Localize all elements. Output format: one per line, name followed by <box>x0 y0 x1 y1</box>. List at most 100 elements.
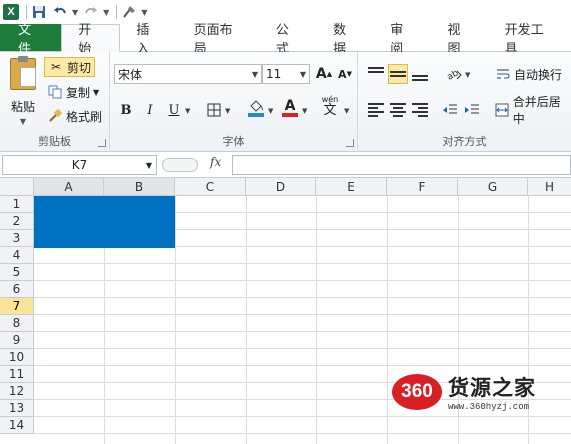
scissors-icon: ✂ <box>50 60 62 74</box>
cut-button[interactable]: ✂ 剪切 <box>44 57 96 77</box>
row-header-4[interactable]: 4 <box>0 247 34 264</box>
row-header-13[interactable]: 13 <box>0 400 34 417</box>
bold-button[interactable]: B <box>116 100 136 120</box>
row-header-6[interactable]: 6 <box>0 281 34 298</box>
row-header-10[interactable]: 10 <box>0 349 34 366</box>
paste-button[interactable]: 粘贴 ▼ <box>6 56 40 134</box>
tab-page-layout[interactable]: 页面布局 <box>178 23 260 57</box>
separator <box>26 5 27 19</box>
column-header-a[interactable]: A <box>34 178 104 196</box>
underline-dropdown-icon[interactable]: ▼ <box>185 107 190 115</box>
filled-cell-range[interactable] <box>34 196 175 248</box>
insert-function-icon[interactable]: fx <box>210 155 221 169</box>
wrap-text-button[interactable]: 自动换行 <box>492 64 565 84</box>
cut-label: 剪切 <box>67 60 92 75</box>
tab-home[interactable]: 开始 <box>61 23 121 57</box>
italic-button[interactable]: I <box>140 100 160 120</box>
gridline <box>34 314 571 315</box>
formula-input[interactable] <box>232 155 571 175</box>
font-name-select[interactable]: 宋体 ▼ <box>114 64 262 84</box>
select-all-corner[interactable] <box>0 178 34 196</box>
watermark: 360 货源之家 www.360hyzj.com <box>392 367 571 417</box>
customize-qat-dropdown-icon[interactable]: ▼ <box>141 8 147 17</box>
paintbrush-icon <box>47 108 63 124</box>
underline-button[interactable]: U <box>164 100 184 120</box>
align-top-icon[interactable] <box>366 64 386 84</box>
align-right-icon[interactable] <box>410 100 430 120</box>
copy-label: 复制 <box>66 85 91 100</box>
name-box-value: K7 <box>71 158 88 172</box>
column-header-e[interactable]: E <box>316 178 387 196</box>
fill-color-dropdown-icon[interactable]: ▼ <box>268 107 273 115</box>
name-box-dropdown-icon[interactable]: ▼ <box>146 161 152 170</box>
tab-review[interactable]: 审阅 <box>374 23 431 57</box>
column-header-b[interactable]: B <box>104 178 175 196</box>
font-launcher-icon[interactable] <box>346 139 354 147</box>
orientation-icon[interactable]: ab <box>444 64 464 84</box>
align-center-icon[interactable] <box>388 100 408 120</box>
tab-developer[interactable]: 开发工具 <box>489 23 571 57</box>
borders-dropdown-icon[interactable]: ▼ <box>225 107 230 115</box>
grow-font-icon[interactable]: A ▲ <box>314 64 334 84</box>
redo-dropdown-icon[interactable]: ▼ <box>103 8 109 17</box>
paste-icon <box>10 56 36 90</box>
row-header-14[interactable]: 14 <box>0 417 34 434</box>
clipboard-launcher-icon[interactable] <box>98 139 106 147</box>
watermark-badge: 360 <box>392 374 442 410</box>
phonetic-guide-icon[interactable]: wén 文 <box>320 95 340 118</box>
tab-view[interactable]: 视图 <box>431 23 488 57</box>
borders-icon[interactable] <box>204 100 224 120</box>
tab-data[interactable]: 数据 <box>317 23 374 57</box>
row-header-7[interactable]: 7 <box>0 298 34 315</box>
undo-icon[interactable] <box>51 3 69 21</box>
tab-formulas[interactable]: 公式 <box>260 23 317 57</box>
separator <box>116 5 118 19</box>
column-header-c[interactable]: C <box>175 178 246 196</box>
copy-button[interactable]: 复制 ▼ <box>44 82 102 102</box>
tab-insert[interactable]: 插入 <box>120 23 177 57</box>
row-header-9[interactable]: 9 <box>0 332 34 349</box>
column-header-f[interactable]: F <box>387 178 458 196</box>
row-header-2[interactable]: 2 <box>0 213 34 230</box>
font-group-label: 字体 <box>222 135 245 148</box>
excel-logo-letter: X <box>3 4 19 20</box>
format-painter-button[interactable]: 格式刷 <box>44 106 105 126</box>
merge-center-button[interactable]: 合并后居中 <box>492 95 571 126</box>
column-header-d[interactable]: D <box>246 178 316 196</box>
shrink-font-icon[interactable]: A ▼ <box>335 64 355 84</box>
font-color-icon[interactable]: A <box>280 98 300 118</box>
name-box[interactable]: K7 ▼ <box>2 155 157 175</box>
copy-dropdown-icon[interactable]: ▼ <box>93 88 99 97</box>
orientation-dropdown-icon[interactable]: ▼ <box>465 71 470 79</box>
watermark-url: www.360hyzj.com <box>448 402 530 412</box>
row-header-1[interactable]: 1 <box>0 196 34 213</box>
svg-text:ab: ab <box>446 68 461 81</box>
gridline <box>34 280 571 281</box>
font-name-dropdown-icon[interactable]: ▼ <box>252 70 258 79</box>
fill-color-icon[interactable] <box>246 98 266 118</box>
row-header-3[interactable]: 3 <box>0 230 34 247</box>
phonetic-dropdown-icon[interactable]: ▼ <box>344 107 349 115</box>
ribbon: 粘贴 ▼ ✂ 剪切 复制 ▼ 格式刷 剪贴板 宋体 ▼ 11 ▼ A ▲ A ▼… <box>0 52 571 152</box>
row-header-12[interactable]: 12 <box>0 383 34 400</box>
row-header-8[interactable]: 8 <box>0 315 34 332</box>
font-color-dropdown-icon[interactable]: ▼ <box>302 107 307 115</box>
paste-dropdown-icon[interactable]: ▼ <box>20 117 26 126</box>
formula-bar-splitter[interactable] <box>162 158 198 172</box>
row-header-11[interactable]: 11 <box>0 366 34 383</box>
undo-dropdown-icon[interactable]: ▼ <box>72 8 78 17</box>
increase-indent-icon[interactable] <box>462 100 482 120</box>
column-header-g[interactable]: G <box>458 178 528 196</box>
watermark-name: 货源之家 <box>448 376 536 400</box>
align-bottom-icon[interactable] <box>410 64 430 84</box>
font-size-dropdown-icon[interactable]: ▼ <box>300 70 306 79</box>
align-left-icon[interactable] <box>366 100 386 120</box>
column-header-h[interactable]: H <box>528 178 571 196</box>
alignment-group: ab ▼ 自动换行 合并后居中 对齐方式 <box>358 52 571 152</box>
clipboard-group-label: 剪贴板 <box>38 135 71 148</box>
font-size-select[interactable]: 11 ▼ <box>262 64 310 84</box>
row-header-5[interactable]: 5 <box>0 264 34 281</box>
decrease-indent-icon[interactable] <box>440 100 460 120</box>
tab-file[interactable]: 文件 <box>0 23 62 57</box>
align-middle-icon[interactable] <box>388 64 408 84</box>
